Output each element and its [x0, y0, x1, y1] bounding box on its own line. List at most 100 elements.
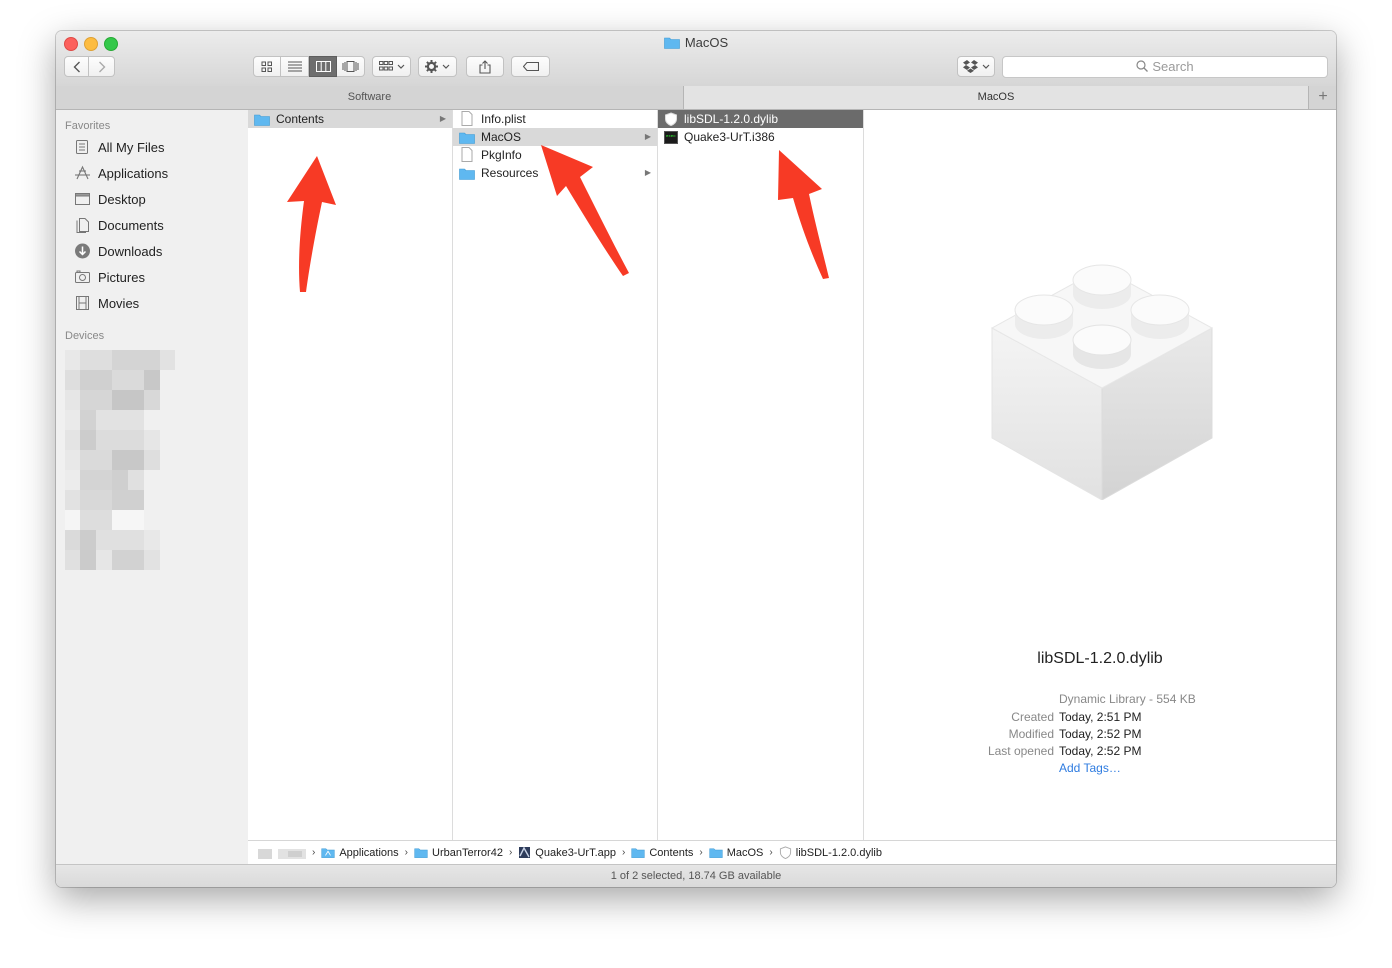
devices-redacted	[65, 350, 237, 590]
item-label: MacOS	[481, 130, 522, 144]
titlebar: MacOS Search	[56, 31, 1336, 87]
sidebar-item-pictures[interactable]: Pictures	[74, 267, 145, 287]
path-separator-icon: ›	[699, 847, 703, 858]
new-tab-button[interactable]: +	[1308, 86, 1336, 109]
window-title-text: MacOS	[684, 35, 729, 50]
browser-column-3: libSDL-1.2.0.dylib exec Quake3-UrT.i386	[658, 110, 864, 840]
file-icon	[461, 147, 473, 162]
library-lego-icon	[990, 264, 1214, 500]
sidebar-item-desktop[interactable]: Desktop	[74, 189, 146, 209]
list-item-contents[interactable]: Contents ▶	[248, 110, 452, 128]
created-label: Created	[1011, 710, 1054, 724]
share-icon	[479, 59, 491, 74]
sidebar-item-documents[interactable]: Documents	[74, 215, 164, 235]
documents-icon	[76, 218, 89, 233]
path-item-macos[interactable]: MacOS	[709, 846, 764, 859]
view-coverflow-button[interactable]	[337, 56, 365, 77]
grid-view-icon	[261, 61, 272, 72]
disclosure-arrow-icon: ▶	[644, 168, 651, 177]
columns-view-icon	[315, 61, 331, 72]
sidebar-item-downloads[interactable]: Downloads	[74, 241, 162, 261]
list-item-quake3[interactable]: exec Quake3-UrT.i386	[658, 128, 863, 146]
view-list-button[interactable]	[281, 56, 309, 77]
sidebar: Favorites All My Files Applications Desk…	[56, 110, 249, 864]
search-icon	[1136, 60, 1149, 72]
preview-kind: Dynamic Library - 554 KB	[1059, 692, 1196, 706]
search-field[interactable]: Search	[1002, 56, 1328, 78]
path-separator-icon: ›	[312, 847, 316, 858]
list-item-info-plist[interactable]: Info.plist	[453, 110, 657, 128]
tag-icon	[522, 62, 539, 71]
path-separator-icon: ›	[769, 847, 773, 858]
sidebar-item-label: Documents	[98, 217, 164, 233]
tab-software[interactable]: Software	[56, 86, 684, 109]
chevron-right-icon	[98, 61, 105, 72]
path-bar: › Applications › UrbanTerror42 › Quake3-…	[248, 840, 1336, 864]
arrange-button[interactable]	[372, 56, 411, 77]
edit-tags-button[interactable]	[511, 56, 550, 77]
terminal-exec-icon: exec	[664, 131, 678, 144]
path-separator-icon: ›	[622, 847, 626, 858]
path-item-quake3-app[interactable]: Quake3-UrT.app	[518, 846, 616, 859]
disclosure-arrow-icon: ▶	[644, 132, 651, 141]
status-bar: 1 of 2 selected, 18.74 GB available	[56, 864, 1336, 887]
sidebar-item-label: Desktop	[98, 191, 146, 207]
chevron-down-icon	[397, 64, 404, 69]
created-value: Today, 2:51 PM	[1059, 710, 1142, 724]
path-item-applications[interactable]: Applications	[321, 846, 399, 859]
sidebar-item-label: Downloads	[98, 243, 163, 259]
modified-value: Today, 2:52 PM	[1059, 727, 1142, 741]
action-button[interactable]	[418, 56, 457, 77]
list-item-pkginfo[interactable]: PkgInfo	[453, 146, 657, 164]
last-opened-value: Today, 2:52 PM	[1059, 744, 1142, 758]
tab-macos[interactable]: MacOS	[684, 86, 1308, 109]
sidebar-item-label: Applications	[98, 165, 169, 181]
last-opened-label: Last opened	[987, 744, 1054, 758]
folder-icon	[631, 848, 645, 858]
app-icon	[519, 846, 531, 858]
path-item-urbanterror42[interactable]: UrbanTerror42	[414, 847, 503, 859]
path-item-label: libSDL-1.2.0.dylib	[795, 846, 882, 859]
desktop-icon	[75, 193, 90, 205]
list-item-macos[interactable]: MacOS ▶	[453, 128, 657, 146]
forward-button[interactable]	[89, 56, 115, 77]
path-separator-icon: ›	[508, 847, 513, 858]
back-button[interactable]	[64, 56, 89, 77]
path-item-redacted[interactable]	[258, 847, 306, 859]
folder-icon	[459, 132, 475, 144]
item-label: Quake3-UrT.i386	[684, 130, 775, 144]
tab-bar: Software MacOS +	[56, 86, 1336, 110]
view-columns-button[interactable]	[309, 56, 337, 77]
downloads-icon	[75, 243, 90, 259]
sidebar-item-movies[interactable]: Movies	[74, 293, 139, 313]
folder-icon	[414, 848, 428, 858]
browser-column-1: Contents ▶	[248, 110, 453, 840]
path-item-label: Quake3-UrT.app	[535, 846, 616, 859]
path-item-libsdl[interactable]: libSDL-1.2.0.dylib	[779, 846, 882, 859]
item-label: Contents	[276, 112, 325, 126]
sidebar-item-all-my-files[interactable]: All My Files	[74, 137, 164, 157]
add-tags-link[interactable]: Add Tags…	[1059, 761, 1121, 775]
list-item-resources[interactable]: Resources ▶	[453, 164, 657, 182]
share-button[interactable]	[466, 56, 504, 77]
disk-redacted-icon	[258, 848, 306, 859]
dropbox-button[interactable]	[957, 56, 995, 77]
arrange-icon	[378, 61, 393, 71]
disclosure-arrow-icon: ▶	[439, 114, 446, 123]
item-label: Resources	[481, 166, 539, 180]
path-item-label: Applications	[339, 846, 399, 859]
list-item-libsdl[interactable]: libSDL-1.2.0.dylib	[658, 110, 863, 128]
path-item-contents[interactable]: Contents	[631, 847, 693, 859]
sidebar-item-label: All My Files	[98, 139, 165, 155]
window-title: MacOS	[56, 35, 1336, 50]
movies-icon	[76, 296, 89, 310]
applications-icon	[75, 165, 90, 180]
finder-window: MacOS Search Software MacOS + Favorites …	[56, 31, 1336, 887]
path-item-label: MacOS	[726, 846, 764, 859]
sidebar-item-applications[interactable]: Applications	[74, 163, 168, 183]
preview-filename: libSDL-1.2.0.dylib	[1037, 650, 1163, 667]
view-icons-button[interactable]	[253, 56, 281, 77]
browser-column-2: Info.plist MacOS ▶ PkgInfo Resources ▶	[453, 110, 658, 840]
preview-pane: libSDL-1.2.0.dylib Dynamic Library - 554…	[864, 110, 1336, 840]
pictures-icon	[75, 270, 90, 283]
